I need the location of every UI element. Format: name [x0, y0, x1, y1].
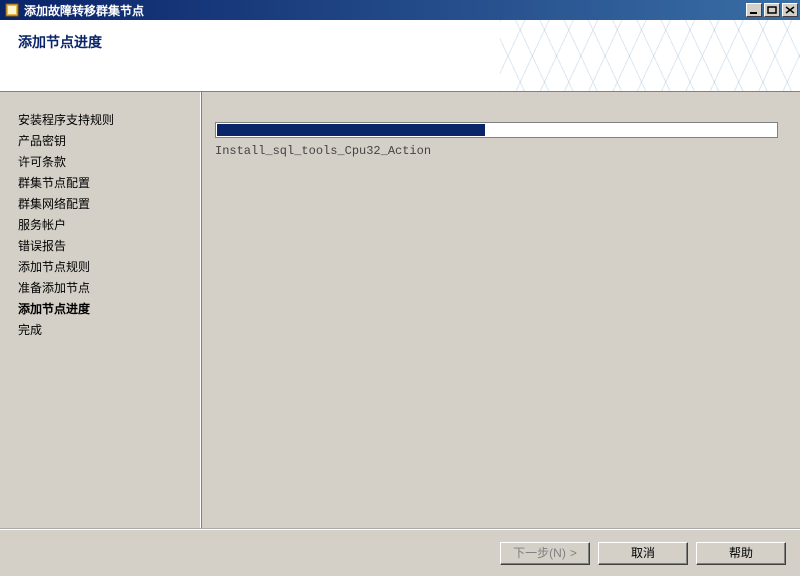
- sidebar-step: 群集节点配置: [18, 173, 192, 194]
- sidebar-step: 安装程序支持规则: [18, 110, 192, 131]
- sidebar-step: 服务帐户: [18, 215, 192, 236]
- header-panel: 添加节点进度: [0, 20, 800, 92]
- cancel-button[interactable]: 取消: [598, 542, 688, 565]
- wizard-steps-sidebar: 安装程序支持规则 产品密钥 许可条款 群集节点配置 群集网络配置 服务帐户 错误…: [0, 92, 200, 528]
- help-button-label: 帮助: [729, 543, 753, 564]
- next-button-label: 下一步(N): [513, 543, 566, 564]
- minimize-button[interactable]: [746, 3, 762, 17]
- chevron-right-icon: >: [570, 543, 577, 564]
- progress-bar: [215, 122, 778, 138]
- sidebar-step: 准备添加节点: [18, 278, 192, 299]
- sidebar-step: 完成: [18, 320, 192, 341]
- main-content: Install_sql_tools_Cpu32_Action: [200, 92, 800, 528]
- window-controls: [746, 3, 798, 17]
- cancel-button-label: 取消: [631, 543, 655, 564]
- sidebar-step-current: 添加节点进度: [18, 299, 192, 320]
- help-button[interactable]: 帮助: [696, 542, 786, 565]
- titlebar: 添加故障转移群集节点: [0, 0, 800, 20]
- page-title: 添加节点进度: [18, 32, 102, 52]
- footer: 下一步(N) > 取消 帮助: [0, 528, 800, 576]
- next-button[interactable]: 下一步(N) >: [500, 542, 590, 565]
- window-title: 添加故障转移群集节点: [24, 2, 746, 19]
- progress-status-text: Install_sql_tools_Cpu32_Action: [215, 144, 778, 158]
- sidebar-step: 产品密钥: [18, 131, 192, 152]
- app-icon: [4, 2, 20, 18]
- sidebar-step: 群集网络配置: [18, 194, 192, 215]
- close-button[interactable]: [782, 3, 798, 17]
- maximize-button[interactable]: [764, 3, 780, 17]
- sidebar-step: 添加节点规则: [18, 257, 192, 278]
- sidebar-step: 错误报告: [18, 236, 192, 257]
- body: 安装程序支持规则 产品密钥 许可条款 群集节点配置 群集网络配置 服务帐户 错误…: [0, 92, 800, 528]
- header-decoration: [500, 20, 800, 92]
- progress-bar-fill: [217, 124, 485, 136]
- sidebar-step: 许可条款: [18, 152, 192, 173]
